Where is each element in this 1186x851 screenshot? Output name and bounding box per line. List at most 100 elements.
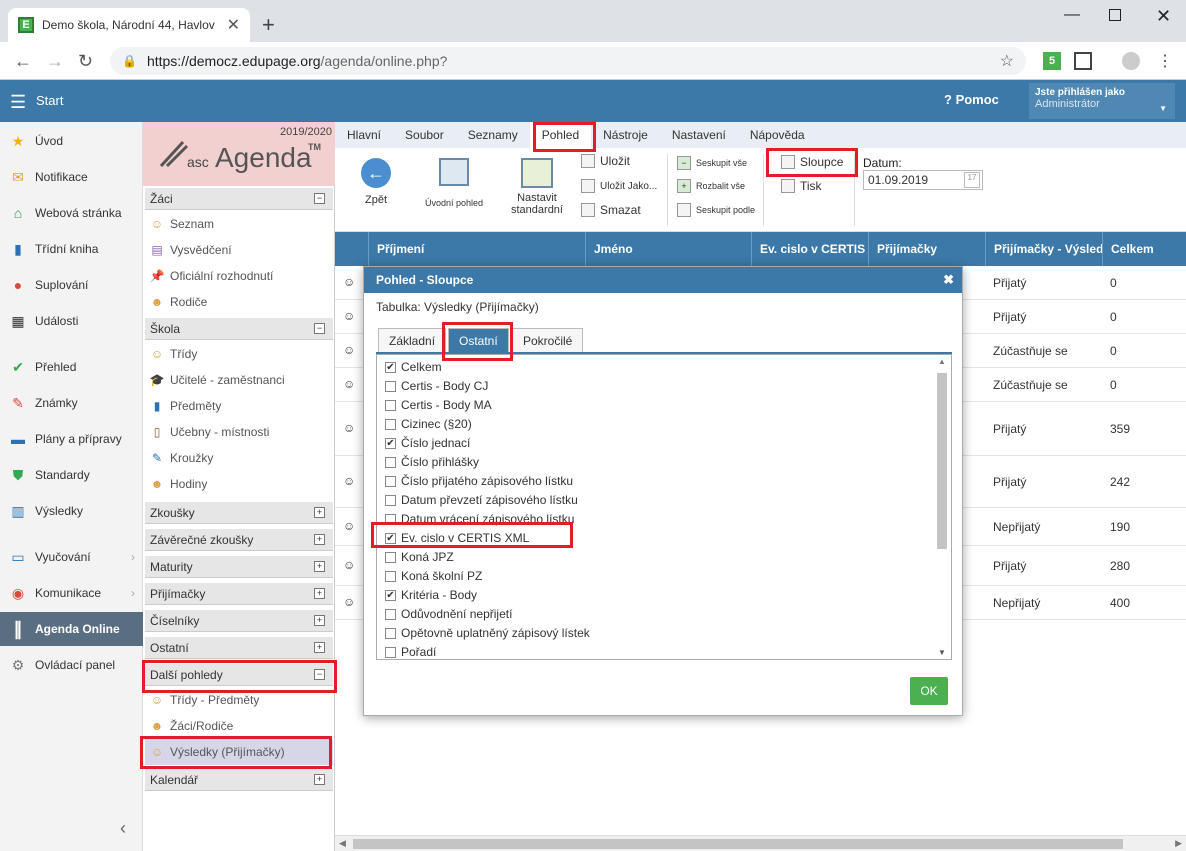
checkbox-poradi[interactable]: Pořadí (385, 643, 436, 659)
minimize-icon[interactable]: — (1064, 6, 1080, 24)
section-ostatni[interactable]: Ostatní + (145, 637, 333, 659)
col-ev-cislo[interactable]: Ev. cislo v CERTIS (751, 232, 868, 266)
nav-item-plany[interactable]: ▬ Plány a přípravy (0, 424, 143, 454)
scrollbar-thumb[interactable] (353, 839, 1123, 849)
scroll-left-icon[interactable]: ◀ (339, 838, 346, 849)
default-view-button[interactable]: Úvodní pohled (425, 158, 483, 208)
scroll-right-icon[interactable]: ▶ (1175, 838, 1182, 849)
checkbox-kona-jpz[interactable]: Koná JPZ (385, 548, 454, 566)
col-celkem[interactable]: Celkem (1102, 232, 1186, 266)
scrollbar-thumb[interactable] (937, 373, 947, 549)
section-kalendar[interactable]: Kalendář + (145, 769, 333, 791)
expand-all-button[interactable]: + Rozbalit vše (677, 179, 745, 193)
tab-ostatni[interactable]: Ostatní (448, 328, 509, 353)
nav-item-znamky[interactable]: ✎ Známky (0, 388, 143, 418)
nav-item-prehled[interactable]: ✔ Přehled (0, 352, 143, 382)
vertical-scrollbar[interactable]: ▲ ▼ (935, 357, 949, 657)
forward-icon[interactable]: → (46, 51, 64, 72)
checkbox-box[interactable] (385, 646, 396, 658)
group-all-button[interactable]: − Seskupit vše (677, 156, 747, 170)
checkbox-certis-ma[interactable]: Certis - Body MA (385, 396, 492, 414)
checkbox-box[interactable] (385, 570, 396, 582)
checkbox-box[interactable] (385, 399, 396, 411)
expand-icon[interactable]: + (314, 774, 325, 785)
agenda-item-rodice[interactable]: ☻ Rodiče (145, 289, 333, 315)
nav-item-agenda-online[interactable]: ∥ Agenda Online (0, 612, 143, 646)
collapse-icon[interactable]: − (314, 323, 325, 334)
checkbox-certis-cj[interactable]: Certis - Body CJ (385, 377, 488, 395)
checkbox-box[interactable] (385, 418, 396, 430)
expand-icon[interactable]: + (314, 642, 325, 653)
nav-item-ovladaci-panel[interactable]: ⚙ Ovládací panel (0, 650, 143, 680)
section-skola[interactable]: Škola − (145, 318, 333, 340)
col-prijmeni[interactable]: Příjmení (368, 232, 585, 266)
checkbox-cizinec[interactable]: Cizinec (§20) (385, 415, 472, 433)
col-prijimacky-vysledek[interactable]: Přijímačky - Výsled (985, 232, 1102, 266)
section-ciselniky[interactable]: Číselníky + (145, 610, 333, 632)
maximize-icon[interactable] (1109, 9, 1121, 21)
nav-item-standardy[interactable]: ⛊ Standardy (0, 460, 143, 490)
back-icon[interactable]: ← (14, 51, 32, 72)
section-zkousky[interactable]: Zkoušky + (145, 502, 333, 524)
checkbox-kriteria-body[interactable]: ✔ Kritéria - Body (385, 586, 477, 604)
section-zaverecne-zkousky[interactable]: Závěrečné zkoušky + (145, 529, 333, 551)
menu-nastaveni[interactable]: Nastavení (660, 122, 738, 148)
checkbox-datum-vraceni[interactable]: Datum vrácení zápisového lístku (385, 510, 574, 528)
delete-button[interactable]: Smazat (581, 203, 641, 217)
collapse-icon[interactable]: − (314, 193, 325, 204)
nav-item-tridni-kniha[interactable]: ▮ Třídní kniha (0, 234, 143, 264)
nav-item-vysledky[interactable]: ▥ Výsledky (0, 496, 143, 526)
close-window-icon[interactable]: ✕ (1156, 6, 1171, 27)
scroll-down-icon[interactable]: ▼ (938, 648, 946, 657)
agenda-item-tridy-predmety[interactable]: ☺ Třídy - Předměty (145, 687, 333, 713)
group-by-button[interactable]: Seskupit podle (677, 203, 755, 217)
save-as-button[interactable]: Uložit Jako... (581, 179, 657, 193)
menu-hlavni[interactable]: Hlavní (335, 122, 393, 148)
checkbox-ev-cislo-certis-xml[interactable]: ✔ Ev. cislo v CERTIS XML (385, 529, 529, 547)
section-dalsi-pohledy[interactable]: Další pohledy − (145, 664, 333, 686)
menu-pohled[interactable]: Pohled (529, 122, 592, 148)
agenda-item-krouzky[interactable]: ✎ Kroužky (145, 445, 333, 471)
menu-soubor[interactable]: Soubor (393, 122, 456, 148)
close-tab-icon[interactable]: ✕ (227, 15, 240, 35)
back-button[interactable]: ← Zpět (361, 158, 391, 206)
expand-icon[interactable]: + (314, 561, 325, 572)
close-icon[interactable]: ✖ (943, 272, 954, 288)
set-standard-button[interactable]: Nastavit standardní (511, 158, 563, 216)
tab-zakladni[interactable]: Základní (378, 328, 447, 353)
start-link[interactable]: Start (36, 93, 63, 108)
calendar-picker-icon[interactable]: 17 (964, 172, 980, 188)
url-field[interactable]: 🔒 https://democz.edupage.org/agenda/onli… (110, 47, 1026, 75)
section-maturity[interactable]: Maturity + (145, 556, 333, 578)
checkbox-box[interactable] (385, 513, 396, 525)
new-tab-icon[interactable]: + (262, 12, 275, 38)
agenda-item-ucitele[interactable]: 🎓 Učitelé - zaměstnanci (145, 367, 333, 393)
checkbox-box[interactable] (385, 380, 396, 392)
collapse-icon[interactable]: − (314, 669, 325, 680)
col-jmeno[interactable]: Jméno (585, 232, 751, 266)
scroll-up-icon[interactable]: ▲ (938, 357, 946, 366)
ok-button[interactable]: OK (910, 677, 948, 705)
nav-item-notifikace[interactable]: ✉ Notifikace (0, 162, 143, 192)
collapse-nav-icon[interactable]: ‹ (120, 818, 126, 839)
section-prijimacky[interactable]: Přijímačky + (145, 583, 333, 605)
reload-icon[interactable]: ↻ (78, 51, 93, 72)
nav-item-suplovani[interactable]: ● Suplování (0, 270, 143, 300)
checkbox-opetovne-uplatneny[interactable]: Opětovně uplatněný zápisový lístek (385, 624, 590, 642)
agenda-item-vysvedceni[interactable]: ▤ Vysvědčení (145, 237, 333, 263)
cast-icon[interactable] (1074, 52, 1092, 70)
print-button[interactable]: Tisk (781, 179, 822, 193)
checkbox-box[interactable]: ✔ (385, 437, 396, 449)
expand-icon[interactable]: + (314, 588, 325, 599)
tab-pokrocile[interactable]: Pokročilé (512, 328, 584, 353)
agenda-item-tridy[interactable]: ☺ Třídy (145, 341, 333, 367)
help-link[interactable]: ? Pomoc (944, 92, 999, 107)
checkbox-box[interactable]: ✔ (385, 532, 396, 544)
agenda-item-oficialni-rozhodnuti[interactable]: 📌 Oficiální rozhodnutí (145, 263, 333, 289)
date-field[interactable]: 01.09.2019 17 (863, 170, 983, 190)
agenda-item-hodiny[interactable]: ☻ Hodiny (145, 471, 333, 497)
col-prijimacky[interactable]: Přijímačky (868, 232, 985, 266)
checkbox-box[interactable]: ✔ (385, 361, 396, 373)
menu-nastroje[interactable]: Nástroje (591, 122, 660, 148)
checkbox-oduvodneni[interactable]: Odůvodnění nepřijetí (385, 605, 512, 623)
